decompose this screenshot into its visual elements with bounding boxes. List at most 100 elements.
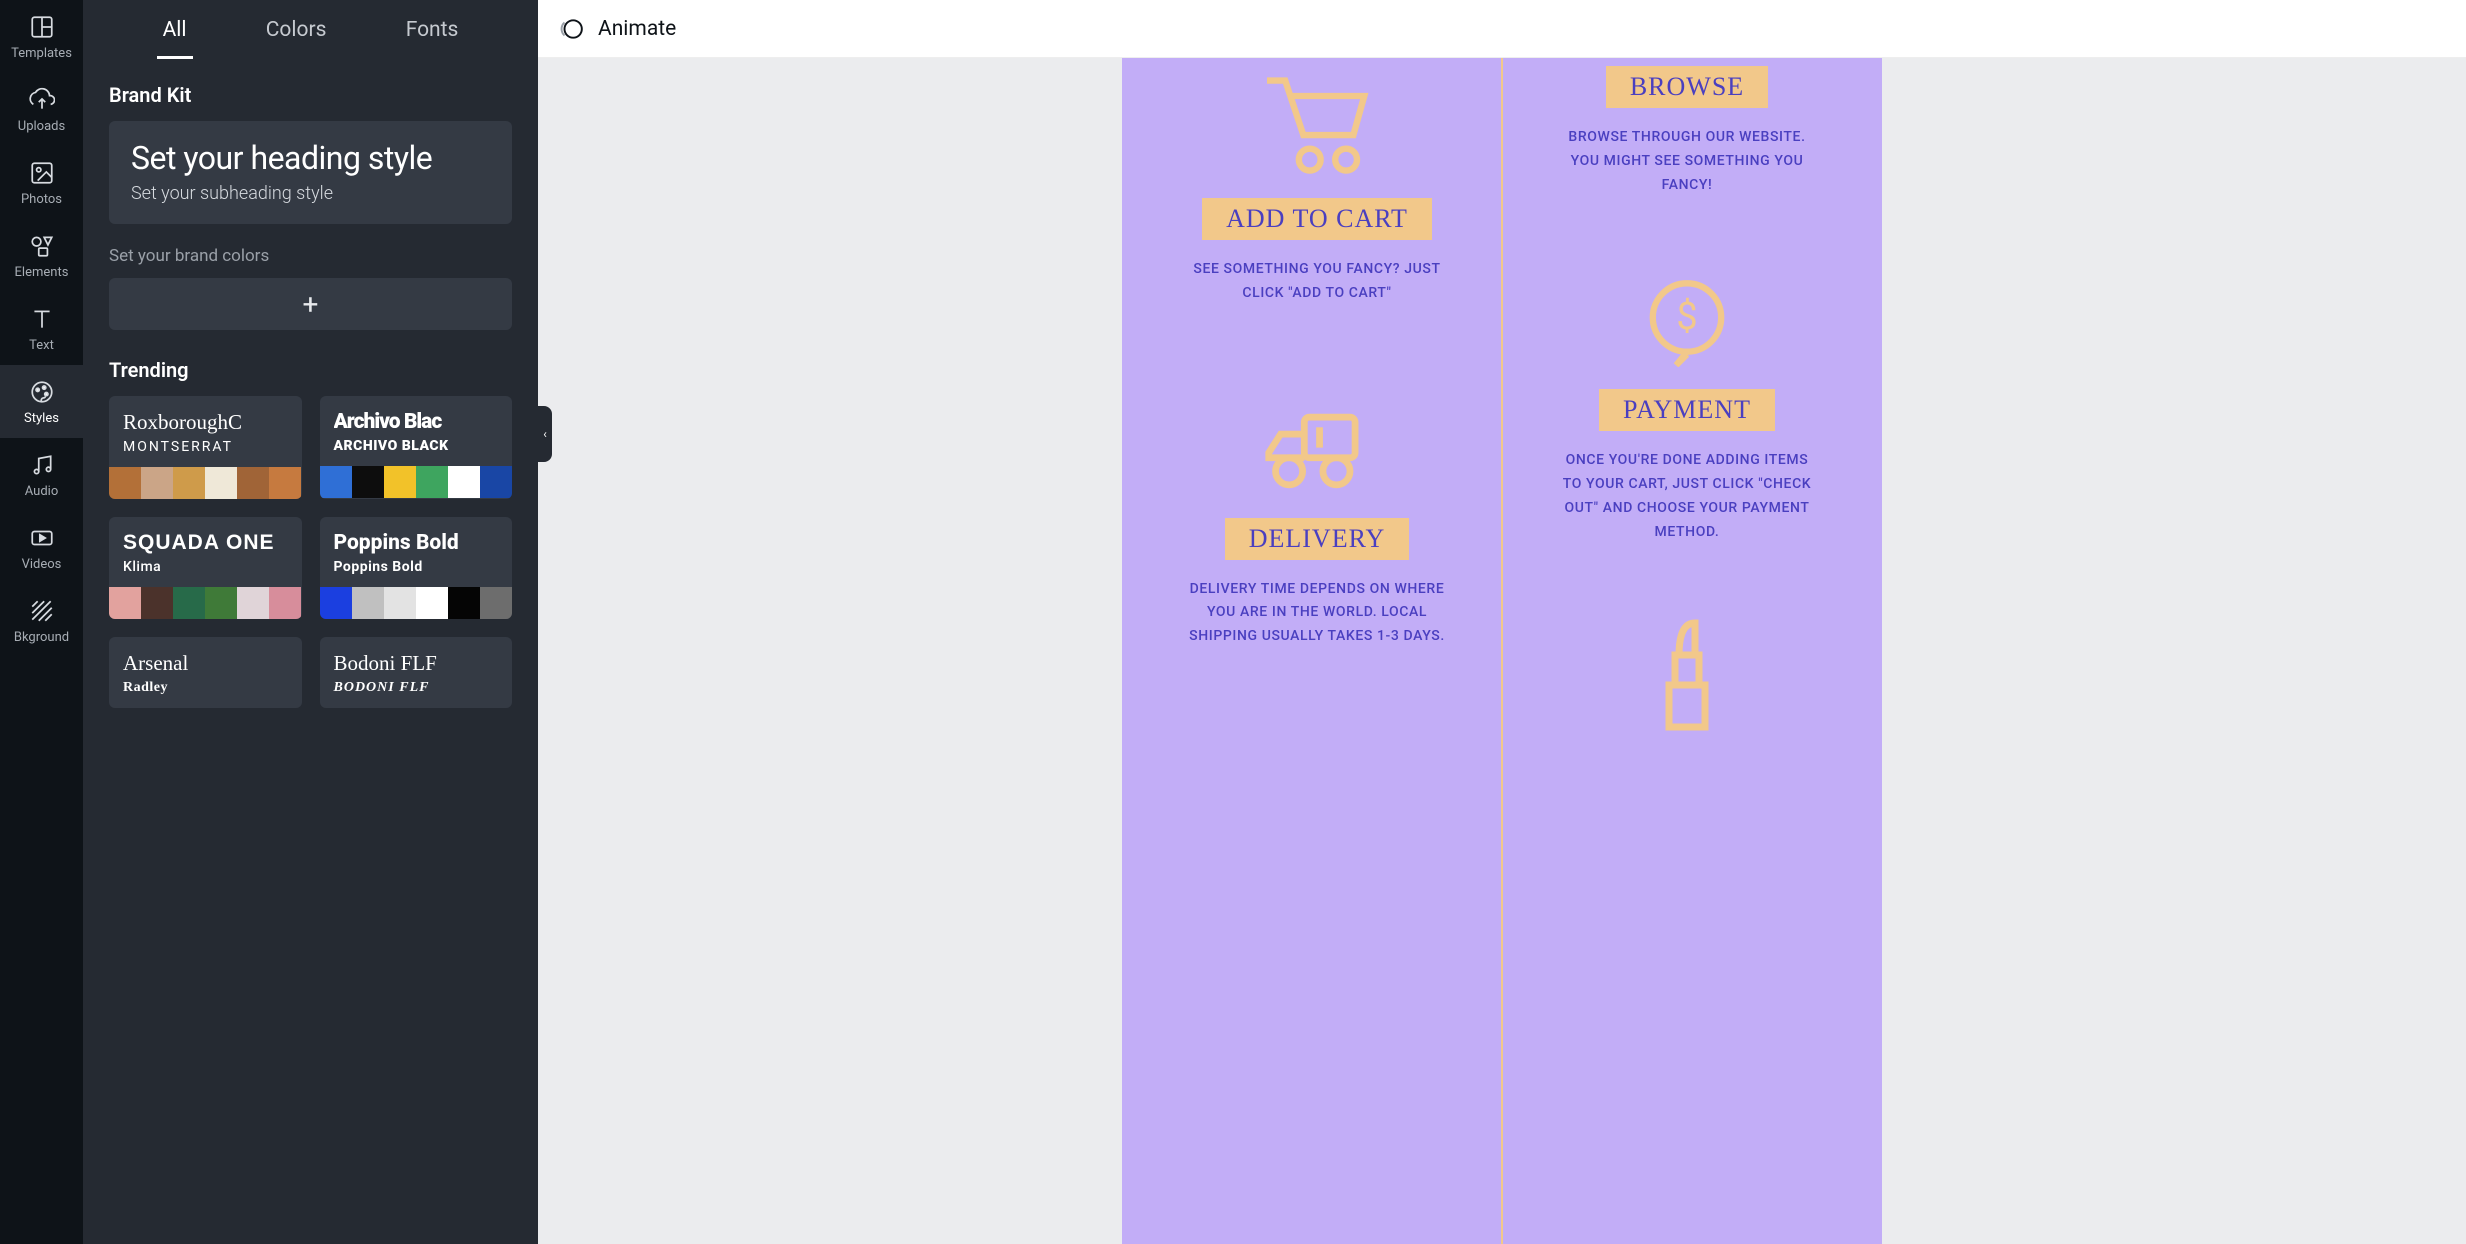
swatch [269,587,301,619]
upload-icon [29,87,55,113]
style-swatches [320,466,513,498]
swatch [480,466,512,498]
swatch [352,587,384,619]
brandkit-card[interactable]: Set your heading style Set your subheadi… [109,121,512,224]
rail-label: Templates [11,46,72,61]
panel-tabs: All Colors Fonts [83,0,538,59]
cart-icon [1262,76,1372,198]
rail-elements[interactable]: Elements [0,219,83,292]
swatch [173,467,205,499]
style-swatches [320,587,513,619]
step-badge: DELIVERY [1225,518,1410,560]
brand-colors-label: Set your brand colors [109,246,512,266]
truck-icon [1262,406,1372,518]
rail-audio[interactable]: Audio [0,438,83,511]
tab-fonts[interactable]: Fonts [400,18,465,59]
topbar: Animate [538,0,2466,58]
step-badge: ADD TO CART [1202,198,1432,240]
rail-templates[interactable]: Templates [0,0,83,73]
subheading-style: Set your subheading style [131,183,490,204]
style-card[interactable]: SQUADA ONE Klima [109,517,302,619]
swatch [173,587,205,619]
brandkit-title: Brand Kit [109,83,512,107]
rail-bkground[interactable]: Bkground [0,584,83,657]
rail-photos[interactable]: Photos [0,146,83,219]
divider [1501,58,1503,1244]
tab-colors[interactable]: Colors [260,18,333,59]
step-desc: ONCE YOU'RE DONE ADDING ITEMS TO YOUR CA… [1557,449,1817,544]
step-badge: BROWSE [1606,66,1768,108]
swatch [352,466,384,498]
styles-icon [29,379,55,405]
canvas-step[interactable]: DELIVERYDELIVERY TIME DEPENDS ON WHERE Y… [1187,406,1447,649]
canvas-step[interactable]: BROWSE BROWSE THROUGH OUR WEBSITE. YOU MI… [1557,66,1817,197]
bkground-icon [29,598,55,624]
style-card[interactable]: Poppins BoldPoppins Bold [320,517,513,619]
swatch [384,587,416,619]
rail-text[interactable]: Text [0,292,83,365]
canvas-col-left: ADD TO CART SEE SOMETHING YOU FANCY? JUST… [1132,58,1502,1244]
swatch [237,467,269,499]
swatch [141,467,173,499]
rail-label: Styles [24,411,59,426]
style-secondary-font: MONTSERRAT [123,439,288,455]
style-primary-font: SQUADA ONE [123,531,288,555]
style-primary-font: Bodoni FLF [334,651,499,676]
style-card[interactable]: Bodoni FLF BODONI FLF [320,637,513,708]
rail-uploads[interactable]: Uploads [0,73,83,146]
style-secondary-font: Poppins Bold [334,559,499,575]
svg-text:$: $ [1676,296,1697,340]
swatch [109,467,141,499]
videos-icon [29,525,55,551]
swatch [141,587,173,619]
design-canvas[interactable]: ADD TO CART SEE SOMETHING YOU FANCY? JUST… [1122,58,1882,1244]
swatch [320,587,352,619]
style-card[interactable]: Archivo Blac ARCHIVO BLACK [320,396,513,499]
swatch [384,466,416,498]
collapse-panel-button[interactable]: ‹ [538,406,552,462]
canvas-step[interactable] [1657,615,1717,757]
style-primary-font: Archivo Blac [334,410,499,434]
rail-label: Bkground [14,630,69,645]
canvas-col-right: BROWSE BROWSE THROUGH OUR WEBSITE. YOU MI… [1502,58,1872,1244]
swatch [205,587,237,619]
styles-panel: All Colors Fonts Brand Kit Set your head… [83,0,538,1244]
style-secondary-font: BODONI FLF [334,680,499,696]
swatch [320,466,352,498]
rail-label: Text [29,338,54,353]
rail-videos[interactable]: Videos [0,511,83,584]
swatch [205,467,237,499]
swatch [480,587,512,619]
step-desc: BROWSE THROUGH OUR WEBSITE. YOU MIGHT SE… [1557,126,1817,197]
rail-label: Photos [21,192,62,207]
rail-label: Audio [25,484,58,499]
templates-icon [29,14,55,40]
trending-grid: RoxboroughC MONTSERRAT Archivo Blac ARCHIVO… [109,396,512,708]
swatch [448,587,480,619]
trending-title: Trending [109,358,512,382]
lipstick-icon [1657,615,1717,757]
canvas-step[interactable]: ADD TO CART SEE SOMETHING YOU FANCY? JUST… [1187,76,1447,306]
main-area: Animate ADD TO CART SEE SOMETHING YOU FAN… [538,0,2466,1244]
style-swatches [109,467,302,499]
rail-styles[interactable]: Styles [0,365,83,438]
canvas-step[interactable]: $PAYMENTONCE YOU'RE DONE ADDING ITEMS TO… [1557,277,1817,544]
text-icon [29,306,55,332]
elements-icon [29,233,55,259]
swatch [416,587,448,619]
style-swatches [109,587,302,619]
audio-icon [29,452,55,478]
step-desc: SEE SOMETHING YOU FANCY? JUST CLICK "ADD… [1187,258,1447,306]
style-secondary-font: ARCHIVO BLACK [334,438,499,454]
style-secondary-font: Klima [123,559,288,575]
tab-all[interactable]: All [157,18,193,59]
add-color-button[interactable]: + [109,278,512,330]
style-card[interactable]: RoxboroughC MONTSERRAT [109,396,302,499]
swatch [416,466,448,498]
rail-label: Elements [15,265,69,280]
style-primary-font: RoxboroughC [123,410,288,435]
animate-button[interactable]: Animate [598,17,676,41]
sidebar-rail: Templates Uploads Photos Elements Text S… [0,0,83,1244]
style-card[interactable]: ArsenalRadley [109,637,302,708]
swatch [237,587,269,619]
